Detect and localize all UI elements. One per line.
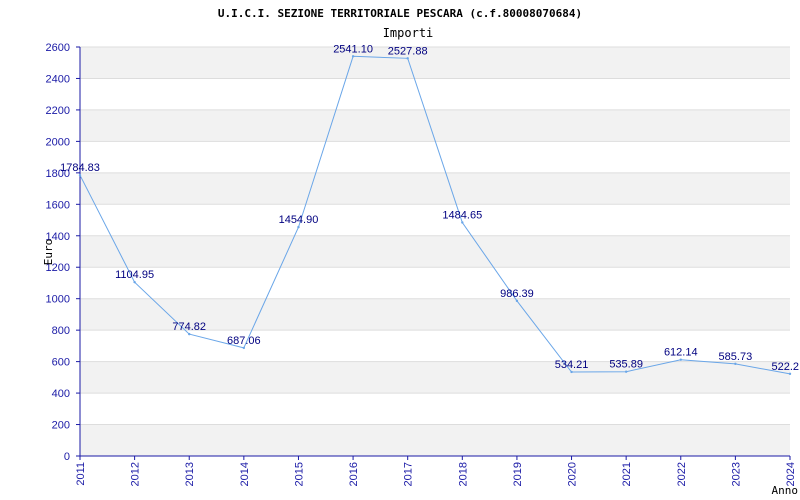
y-tick-label: 1000: [46, 294, 70, 306]
data-label: 535.89: [609, 359, 643, 371]
x-tick-label: 2019: [512, 462, 524, 486]
x-tick-label: 2015: [293, 462, 305, 486]
x-tick-label: 2016: [348, 462, 360, 486]
data-point: [570, 370, 573, 374]
x-tick-label: 2014: [239, 462, 251, 486]
y-tick-label: 0: [64, 451, 70, 463]
chart-title: U.I.C.I. SEZIONE TERRITORIALE PESCARA (c…: [218, 7, 582, 20]
x-tick-label: 2020: [567, 462, 579, 486]
chart: 0 200 400 600 800 1000 1200 1400 1600 1800 2000 220…: [0, 0, 800, 500]
grid-band: [80, 172, 790, 205]
chart-svg: 0200400600800100012001400160018002000220…: [42, 7, 799, 497]
grid-band: [80, 361, 790, 394]
data-point: [242, 346, 246, 350]
data-label: 986.39: [500, 288, 534, 300]
data-point: [297, 225, 300, 229]
data-point: [624, 370, 628, 373]
y-tick-label: 2000: [46, 136, 70, 148]
data-label: 1454.90: [279, 214, 319, 226]
data-label: 1104.95: [115, 269, 154, 281]
grid-band: [80, 47, 790, 79]
data-point: [734, 362, 737, 366]
data-point: [788, 372, 792, 376]
x-tick-label: 2023: [730, 462, 742, 486]
x-axis-label: Anno: [772, 484, 799, 497]
y-tick-label: 2400: [46, 73, 70, 85]
y-tick-label: 2200: [46, 105, 70, 117]
x-tick-label: 2017: [403, 462, 415, 486]
grid-band: [80, 235, 790, 268]
data-label: 585.73: [719, 351, 753, 363]
data-label: 2527.88: [388, 45, 428, 57]
data-point: [133, 280, 136, 284]
data-label: 774.82: [172, 321, 206, 333]
x-ticks: 2011 2012 2013 2014 2015 2016 2017 2018 2019 2020…: [75, 456, 797, 486]
x-tick-label: 2021: [621, 462, 633, 486]
y-tick-label: 400: [52, 388, 70, 400]
x-tick-label: 2018: [457, 462, 469, 486]
x-tick-label: 2013: [184, 462, 196, 486]
data-point: [188, 332, 191, 336]
data-label: 1484.65: [442, 209, 482, 221]
data-point: [406, 57, 409, 60]
data-point: [679, 358, 682, 361]
data-point: [78, 174, 82, 177]
y-tick-label: 600: [52, 357, 70, 369]
data-point: [515, 299, 519, 303]
chart-subtitle: Importi: [383, 26, 434, 40]
y-tick-label: 800: [52, 325, 70, 337]
y-tick-label: 1600: [46, 199, 70, 211]
data-label: 534.21: [555, 359, 589, 371]
data-point: [461, 221, 464, 224]
grid-bands: [80, 47, 790, 456]
x-tick-label: 2012: [130, 462, 142, 486]
y-axis-label: Euro: [42, 239, 55, 266]
data-label: 522.2: [771, 361, 799, 373]
y-tick-label: 200: [52, 420, 70, 432]
x-tick-label: 2022: [676, 462, 688, 486]
y-tick-label: 2600: [46, 42, 70, 54]
data-label: 687.06: [227, 335, 261, 347]
x-tick-label: 2011: [75, 462, 87, 486]
data-label: 612.14: [664, 347, 698, 359]
grid-band: [80, 424, 790, 456]
data-label: 2541.10: [333, 43, 373, 55]
grid-band: [80, 109, 790, 142]
data-point: [351, 55, 355, 58]
data-label: 1784.83: [60, 162, 100, 174]
x-tick-label: 2024: [785, 462, 797, 486]
